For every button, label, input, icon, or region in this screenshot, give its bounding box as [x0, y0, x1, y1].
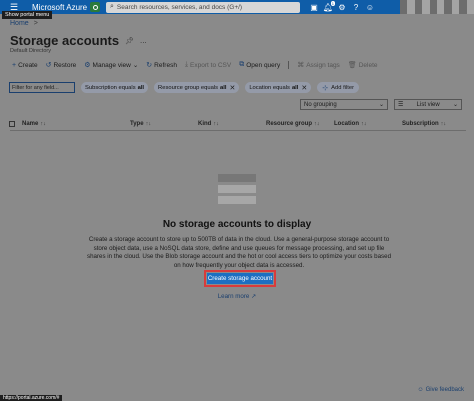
empty-state-description: Create a storage account to store up to … [86, 236, 392, 269]
table-header: Name ↑↓ Type ↑↓ Kind ↑↓ Resource group ↑↓ Lo… [0, 118, 474, 130]
restore-button[interactable]: ↺ Restore [45, 61, 77, 70]
top-bar: ☰ Microsoft Azure ⌕ Search resources, se… [0, 0, 474, 14]
chevron-down-icon: ⌄ [452, 102, 458, 108]
plus-icon: + [12, 61, 17, 69]
pin-icon[interactable]: 📌︎ [125, 37, 134, 45]
delete-button[interactable]: 🗑︎ Delete [347, 61, 378, 70]
column-resource-group[interactable]: Resource group ↑↓ [266, 121, 320, 127]
select-all-checkbox[interactable] [9, 121, 15, 127]
trash-icon: 🗑︎ [347, 62, 357, 69]
empty-storage-icon [218, 174, 256, 204]
status-url: https://portal.azure.com/# [0, 395, 63, 401]
copilot-icon[interactable] [90, 2, 100, 12]
global-search-input[interactable]: ⌕ Search resources, services, and docs (… [106, 1, 300, 13]
external-link-icon: ↗ [251, 293, 257, 300]
empty-state-title: No storage accounts to display [162, 219, 312, 230]
command-bar: + Create ↺ Restore ⚙ Manage view ⌄ ↻ Refresh … [12, 61, 378, 69]
page-title: Storage accounts [10, 33, 120, 48]
search-icon: ⌕ [110, 3, 114, 10]
notifications-icon[interactable]: 🔔︎ 1 [321, 0, 335, 14]
open-query-button[interactable]: ⧉ Open query [239, 61, 280, 69]
close-icon[interactable]: ✕ [301, 84, 307, 92]
column-type[interactable]: Type ↑↓ [130, 121, 151, 127]
create-button[interactable]: + Create [12, 62, 38, 69]
add-filter-icon: ⊹ [322, 84, 329, 92]
column-location[interactable]: Location ↑↓ [334, 121, 367, 127]
view-mode-select[interactable]: ☰ List view ⌄ [394, 99, 462, 110]
chevron-down-icon: ⌄ [378, 102, 384, 108]
more-options-button[interactable]: ... [140, 36, 147, 45]
filter-bar: Filter for any field... Subscription equ… [9, 82, 360, 93]
cloud-shell-icon[interactable]: ▣ [307, 0, 321, 14]
help-icon[interactable]: ? [349, 0, 363, 14]
gear-icon: ⚙ [84, 62, 91, 69]
grouping-select[interactable]: No grouping ⌄ [300, 99, 388, 110]
create-storage-account-button[interactable]: Create storage account [207, 273, 273, 284]
breadcrumb-separator: > [33, 20, 38, 27]
search-placeholder: Search resources, services, and docs (G+… [116, 3, 243, 11]
account-avatar-obscured[interactable] [400, 0, 474, 14]
feedback-icon[interactable]: ☺ [363, 0, 377, 14]
query-icon: ⧉ [239, 61, 245, 68]
column-name[interactable]: Name ↑↓ [22, 121, 46, 127]
manage-view-button[interactable]: ⚙ Manage view ⌄ [84, 61, 139, 70]
resource-group-filter-pill[interactable]: Resource group equals all ✕ [154, 82, 240, 93]
restore-icon: ↺ [45, 62, 52, 69]
filter-input[interactable]: Filter for any field... [9, 82, 75, 93]
chevron-down-icon: ⌄ [132, 62, 139, 69]
download-icon: ⤓ [184, 61, 189, 68]
column-subscription[interactable]: Subscription ↑↓ [402, 121, 446, 127]
breadcrumb-home[interactable]: Home [10, 20, 29, 27]
create-button-highlight: Create storage account [204, 270, 276, 287]
refresh-button[interactable]: ↻ Refresh [146, 61, 177, 70]
assign-tags-button[interactable]: ⌘ Assign tags [297, 61, 340, 70]
close-icon[interactable]: ✕ [229, 84, 235, 92]
location-filter-pill[interactable]: Location equals all ✕ [245, 82, 312, 93]
refresh-icon: ↻ [146, 62, 153, 69]
add-filter-button[interactable]: ⊹ Add filter [317, 82, 360, 93]
column-kind[interactable]: Kind ↑↓ [198, 121, 219, 127]
page-subtitle: Default Directory [10, 48, 51, 54]
feedback-icon: ☺ [417, 387, 424, 393]
header-divider [10, 130, 466, 131]
breadcrumb: Home > [10, 20, 38, 27]
settings-icon[interactable]: ⚙ [335, 0, 349, 14]
portal-menu-tooltip: Show portal menu [2, 11, 53, 19]
list-icon: ☰ [398, 102, 404, 108]
give-feedback-link[interactable]: ☺ Give feedback [418, 387, 465, 393]
tag-icon: ⌘ [297, 62, 305, 69]
toolbar-divider [288, 61, 290, 69]
subscription-filter-pill[interactable]: Subscription equals all [81, 82, 149, 93]
export-csv-button[interactable]: ⤓ Export to CSV [185, 61, 231, 69]
learn-more-link[interactable]: Learn more ↗ [0, 293, 474, 300]
